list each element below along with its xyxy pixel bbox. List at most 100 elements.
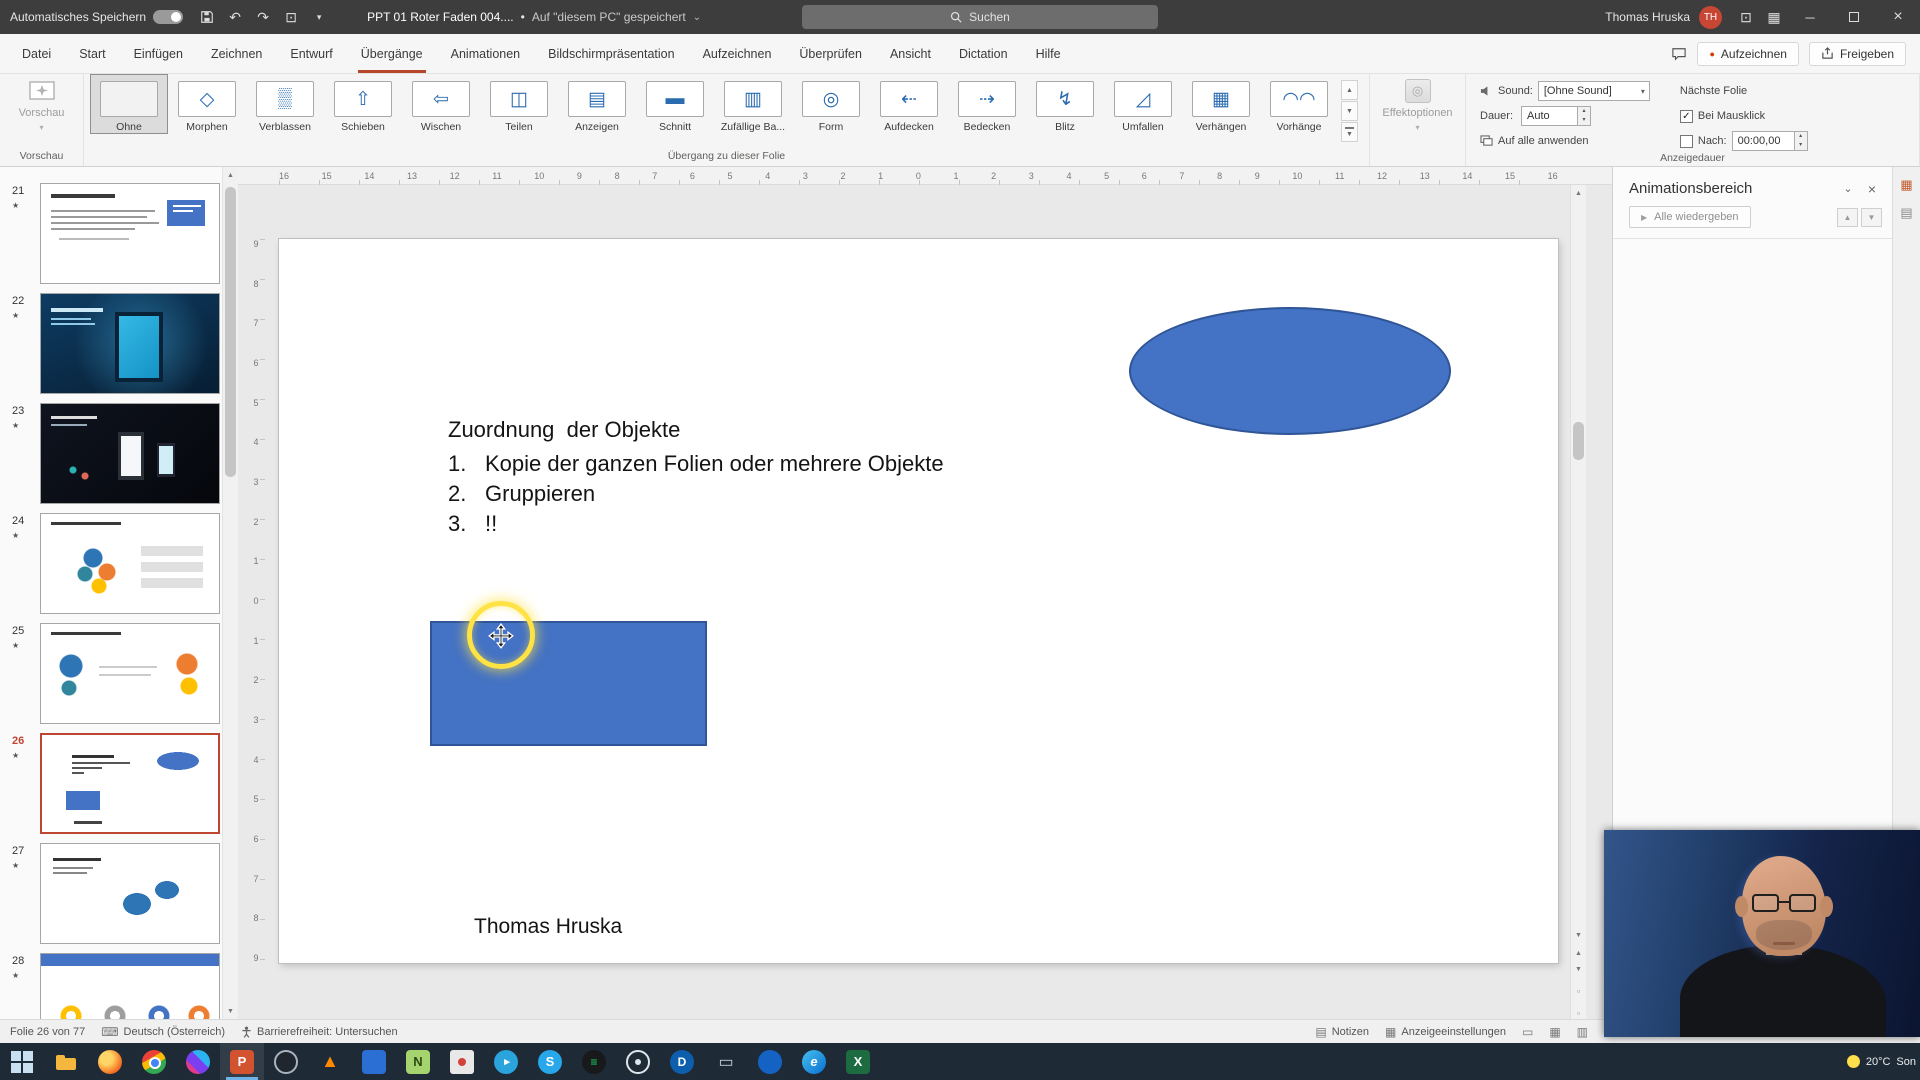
slide-title-text[interactable]: Zuordnung der Objekte [448, 415, 944, 445]
transition-item[interactable]: ⇧ Schieben [324, 74, 402, 134]
ribbon-tab[interactable]: Bildschirmpräsentation [534, 34, 688, 73]
notes-toggle[interactable]: ▤ Notizen [1315, 1025, 1369, 1039]
panel-scroll-down-button[interactable]: ▼ [223, 1003, 238, 1019]
normal-view-icon[interactable]: ▭ [1522, 1025, 1533, 1039]
record-button[interactable]: ● Aufzeichnen [1697, 41, 1799, 66]
transition-star-icon[interactable]: ★ [12, 421, 19, 430]
move-earlier-button[interactable]: ▲ [1837, 207, 1858, 227]
panel-page-icon[interactable]: ▤ [1900, 205, 1912, 221]
slide-thumbnail-preview[interactable] [40, 733, 220, 834]
taskbar-app-button[interactable] [440, 1043, 484, 1080]
save-icon[interactable] [193, 0, 221, 34]
transition-item[interactable]: ◎ Form [792, 74, 870, 134]
duration-spinner[interactable]: Auto ▴ ▾ [1521, 106, 1592, 126]
transition-star-icon[interactable]: ★ [12, 971, 19, 980]
transition-item[interactable]: Ohne [90, 74, 168, 134]
slide-thumbnail[interactable]: 26 ★ [0, 731, 222, 841]
slide-area-scrollbar[interactable]: ▲ ▼ ▲ ▼ ▫ ▫ [1570, 185, 1586, 1019]
ribbon-tab[interactable]: Aufzeichnen [689, 34, 786, 73]
ribbon-tab[interactable]: Datei [8, 34, 65, 73]
transition-item[interactable]: ▬ Schnitt [636, 74, 714, 134]
transition-item[interactable]: ▤ Anzeigen [558, 74, 636, 134]
taskbar-app-button[interactable] [132, 1043, 176, 1080]
blue-ellipse-shape[interactable] [1129, 307, 1451, 435]
on-click-checkbox[interactable]: ✓ [1679, 109, 1693, 123]
preview-button[interactable]: Vorschau ▾ [6, 79, 78, 132]
user-avatar[interactable]: TH [1699, 5, 1722, 29]
panel-scrollbar-thumb[interactable] [225, 187, 236, 477]
next-slide-button[interactable]: ▼ [1571, 961, 1586, 977]
on-mouse-click-option[interactable]: ✓ Bei Mausklick [1679, 106, 1808, 126]
scrollbar-thumb[interactable] [1573, 422, 1584, 460]
gallery-scroll-up-button[interactable]: ▲ [1341, 80, 1358, 100]
transition-item[interactable]: ◠◠ Vorhänge [1260, 74, 1338, 134]
previous-slide-button[interactable]: ▲ [1571, 945, 1586, 961]
transition-star-icon[interactable]: ★ [12, 201, 19, 210]
duration-spin-buttons[interactable]: ▴ ▾ [1577, 107, 1591, 125]
autosave-toggle[interactable]: Automatisches Speichern [0, 10, 193, 24]
autosave-switch[interactable] [153, 10, 184, 24]
ribbon-tab[interactable]: Ansicht [876, 34, 945, 73]
ribbon-tab[interactable]: Start [65, 34, 119, 73]
slide-text-block[interactable]: Zuordnung der Objekte 1. Kopie der ganze… [448, 415, 944, 539]
slide-thumbnail[interactable]: 28 ★ [0, 951, 222, 1019]
quick-access-customize-icon[interactable]: ▾ [305, 0, 333, 34]
slide-thumbnail-preview[interactable] [40, 403, 220, 504]
ribbon-display-options-icon[interactable]: ▦ [1760, 0, 1788, 34]
transition-item[interactable]: ⇠ Aufdecken [870, 74, 948, 134]
slide-thumbnail-preview[interactable] [40, 293, 220, 394]
pane-close-icon[interactable]: × [1860, 181, 1884, 197]
slide-canvas[interactable]: Zuordnung der Objekte 1. Kopie der ganze… [279, 239, 1558, 963]
taskbar-app-button[interactable] [44, 1043, 88, 1080]
accessibility-check[interactable]: Barrierefreiheit: Untersuchen [241, 1026, 398, 1038]
taskbar-app-button[interactable]: e [792, 1043, 836, 1080]
taskbar-app-button[interactable]: ≡ [572, 1043, 616, 1080]
canvas-tool-icon-1[interactable]: ▫ [1571, 983, 1586, 999]
display-settings-button[interactable]: ▦ Anzeigeeinstellungen [1385, 1025, 1506, 1039]
effect-options-button[interactable]: ◎ Effektoptionen ▾ [1374, 79, 1462, 132]
move-later-button[interactable]: ▼ [1861, 207, 1882, 227]
slide-thumbnail-preview[interactable] [40, 623, 220, 724]
slide-sorter-view-icon[interactable]: ▦ [1549, 1025, 1560, 1039]
share-button[interactable]: Freigeben [1808, 41, 1906, 66]
gallery-scroll-down-button[interactable]: ▼ [1341, 101, 1358, 121]
transition-star-icon[interactable]: ★ [12, 531, 19, 540]
taskbar-app-button[interactable]: ▲ [308, 1043, 352, 1080]
language-indicator[interactable]: ⌨ Deutsch (Österreich) [101, 1025, 225, 1039]
scroll-up-button[interactable]: ▲ [1571, 185, 1586, 201]
gallery-more-button[interactable]: ▼ [1341, 122, 1358, 142]
taskbar-app-button[interactable]: ▭ [704, 1043, 748, 1080]
ribbon-tab[interactable]: Übergänge [347, 34, 437, 73]
transition-item[interactable]: ◿ Umfallen [1104, 74, 1182, 134]
slide-thumbnail[interactable]: 24 ★ [0, 511, 222, 621]
taskbar-app-button[interactable]: N [396, 1043, 440, 1080]
taskbar-app-button[interactable] [88, 1043, 132, 1080]
taskbar-app-button[interactable] [0, 1043, 44, 1080]
taskbar-app-button[interactable] [352, 1043, 396, 1080]
taskbar-app-button[interactable] [264, 1043, 308, 1080]
slide-counter[interactable]: Folie 26 von 77 [10, 1026, 85, 1038]
ribbon-tab[interactable]: Animationen [437, 34, 535, 73]
slideshow-icon[interactable]: ⊡ [277, 0, 305, 34]
transition-star-icon[interactable]: ★ [12, 641, 19, 650]
slide-thumbnail[interactable]: 22 ★ [0, 291, 222, 401]
sound-select[interactable]: [Ohne Sound] ▾ [1537, 81, 1650, 101]
slide-list-item[interactable]: 1. Kopie der ganzen Folien oder mehrere … [448, 449, 944, 479]
undo-icon[interactable]: ↶ [221, 0, 249, 34]
taskbar-weather-widget[interactable]: 20°C Son [1846, 1043, 1920, 1080]
transition-item[interactable]: ↯ Blitz [1026, 74, 1104, 134]
transition-star-icon[interactable]: ★ [12, 311, 19, 320]
taskbar-app-button[interactable] [748, 1043, 792, 1080]
after-time-spinner[interactable]: 00:00,00 ▴ ▾ [1731, 131, 1808, 151]
transition-item[interactable]: ▒ Verblassen [246, 74, 324, 134]
slide-thumbnail-preview[interactable] [40, 953, 220, 1019]
transition-star-icon[interactable]: ★ [12, 751, 19, 760]
ribbon-tab[interactable]: Überprüfen [785, 34, 876, 73]
transition-star-icon[interactable]: ★ [12, 861, 19, 870]
taskbar-app-button[interactable]: D [660, 1043, 704, 1080]
slide-thumbnail[interactable]: 23 ★ [0, 401, 222, 511]
comments-icon[interactable] [1671, 47, 1687, 61]
taskbar-app-button[interactable]: X [836, 1043, 880, 1080]
slide-thumbnail-preview[interactable] [40, 513, 220, 614]
ribbon-tab[interactable]: Hilfe [1022, 34, 1075, 73]
